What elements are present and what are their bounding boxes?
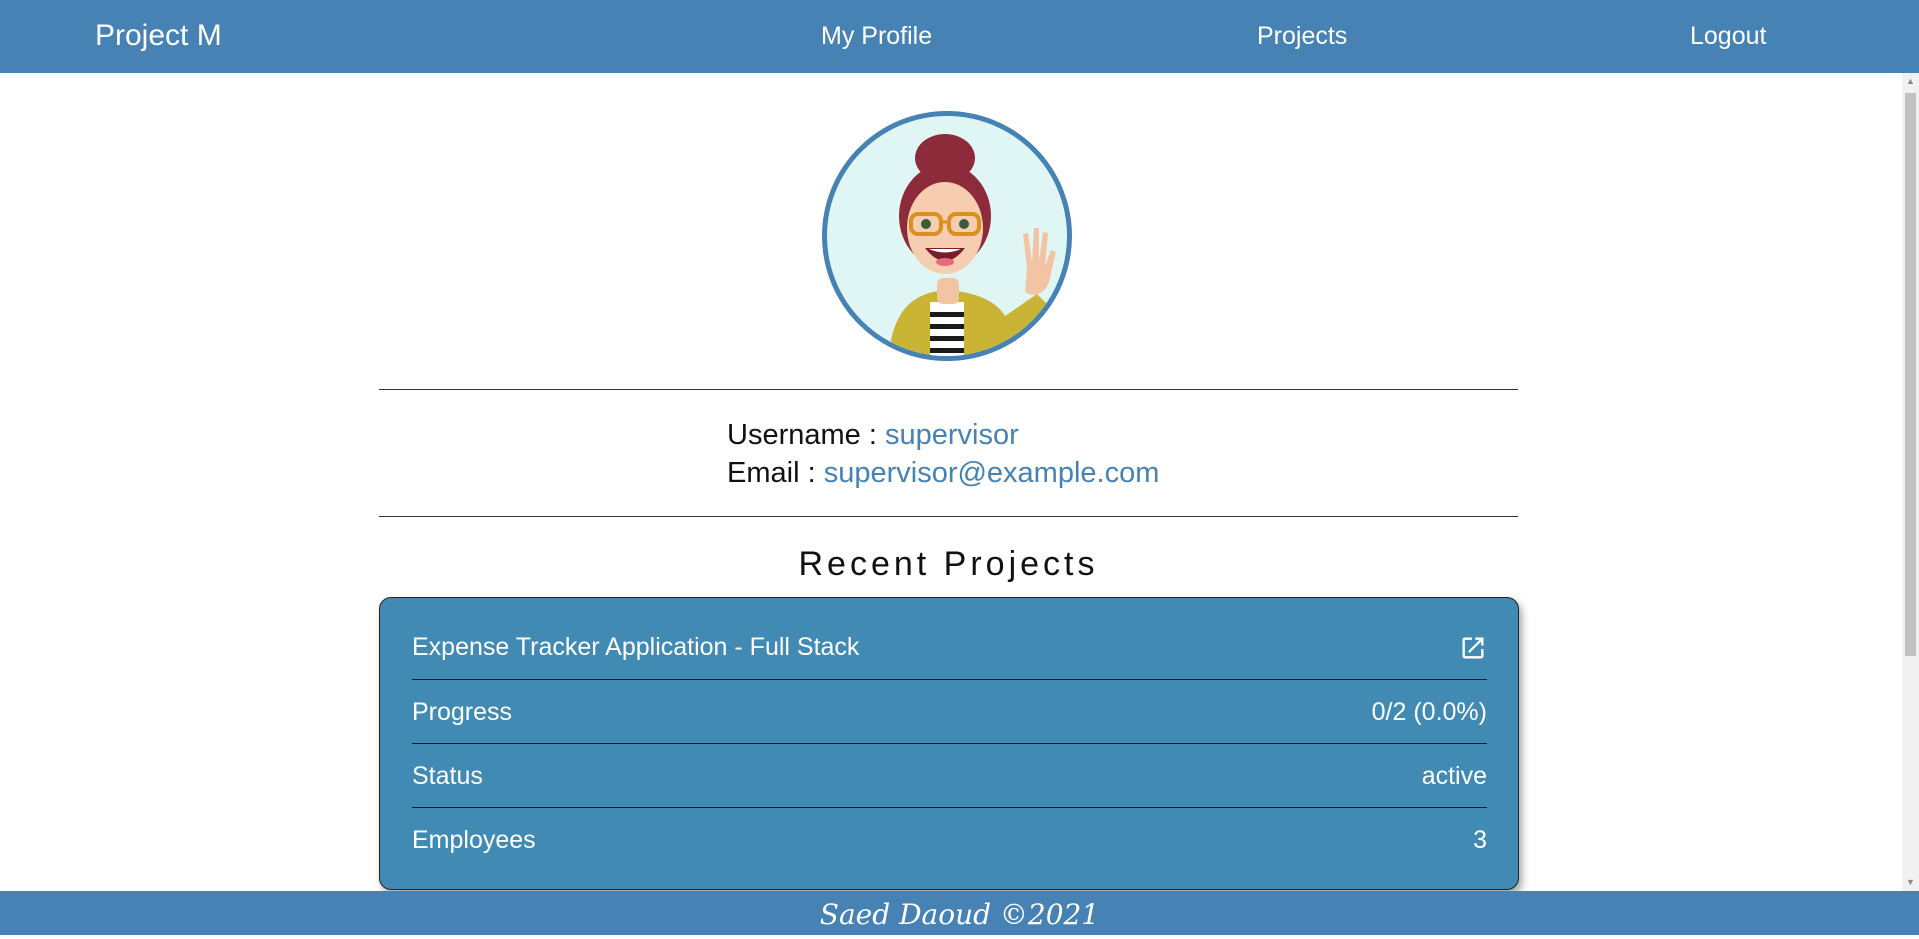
status-value: active	[1421, 762, 1487, 790]
username-row: Username : supervisor	[727, 416, 1019, 454]
recent-projects-heading: Recent Projects	[798, 545, 1099, 583]
status-label: Status	[412, 762, 483, 790]
project-progress-row: Progress 0/2 (0.0%)	[412, 680, 1487, 744]
project-card: Expense Tracker Application - Full Stack…	[379, 597, 1519, 890]
page-footer: Saed Daoud ©2021	[0, 891, 1919, 935]
project-employees-row: Employees 3	[412, 808, 1487, 872]
brand-link[interactable]: Project M	[95, 18, 222, 54]
project-status-row: Status active	[412, 744, 1487, 808]
profile-divider-top	[379, 389, 1518, 390]
page-scrollbar[interactable]: ▲ ▼	[1902, 73, 1919, 891]
employees-label: Employees	[412, 826, 536, 854]
progress-value: 0/2 (0.0%)	[1371, 698, 1487, 726]
email-row: Email : supervisor@example.com	[727, 454, 1159, 492]
username-value: supervisor	[884, 419, 1019, 451]
scroll-up-arrow-icon[interactable]: ▲	[1902, 73, 1919, 90]
footer-text: Saed Daoud ©2021	[819, 898, 1100, 931]
top-navbar: Project M My Profile Projects Logout	[0, 0, 1919, 73]
progress-label: Progress	[412, 698, 513, 726]
scroll-down-arrow-icon[interactable]: ▼	[1902, 874, 1919, 891]
email-value: supervisor@example.com	[823, 457, 1160, 489]
scroll-thumb[interactable]	[1905, 93, 1916, 656]
project-title-row: Expense Tracker Application - Full Stack	[412, 598, 1487, 680]
employees-value: 3	[1473, 826, 1487, 854]
nav-my-profile-link[interactable]: My Profile	[821, 20, 932, 52]
profile-avatar	[822, 111, 1072, 361]
username-label: Username :	[727, 419, 877, 451]
avatar-illustration-icon	[889, 134, 1056, 356]
external-link-icon[interactable]	[1459, 634, 1487, 662]
nav-projects-link[interactable]: Projects	[1257, 20, 1347, 52]
nav-logout-link[interactable]: Logout	[1690, 20, 1766, 52]
profile-divider-bottom	[379, 516, 1518, 517]
email-label: Email :	[727, 457, 816, 489]
